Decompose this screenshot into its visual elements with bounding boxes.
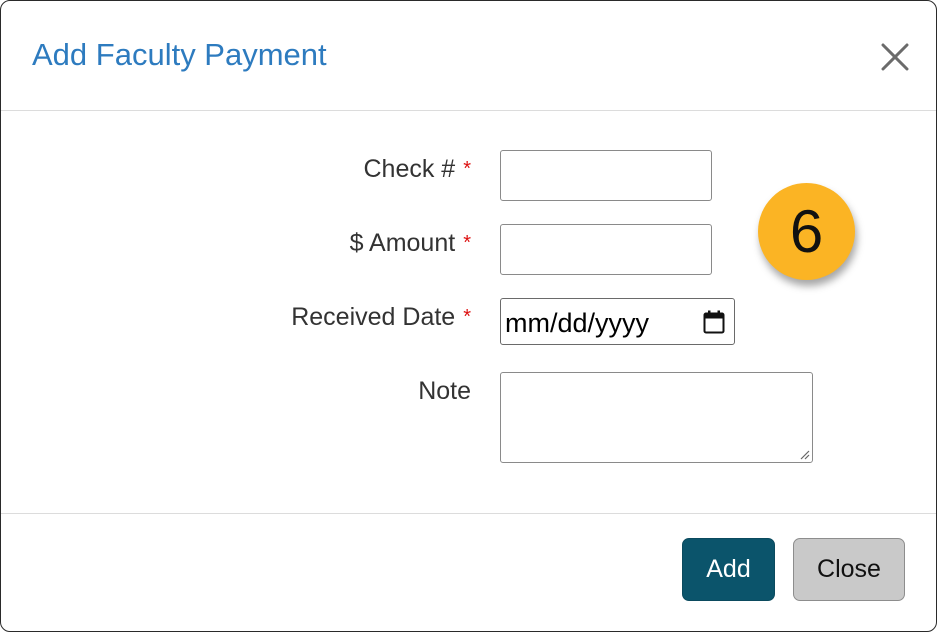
dialog-title: Add Faculty Payment: [32, 37, 327, 72]
dialog-body: Check # * $ Amount * Received Date * mm/dd/…: [1, 111, 936, 513]
dialog-footer: Add Close: [1, 513, 936, 631]
required-marker: *: [463, 158, 471, 180]
received-date-label-text: Received Date: [291, 303, 456, 331]
check-number-label: Check # *: [363, 154, 471, 186]
amount-label-text: $ Amount: [349, 229, 456, 257]
check-number-input[interactable]: [500, 150, 712, 201]
close-icon[interactable]: [875, 37, 915, 77]
amount-input[interactable]: [500, 224, 712, 275]
resize-grip-icon[interactable]: [799, 449, 810, 460]
calendar-icon[interactable]: [703, 310, 725, 334]
received-date-label: Received Date *: [291, 302, 471, 334]
add-faculty-payment-dialog: Add Faculty Payment Check # * $ Amount * R…: [0, 0, 937, 632]
dialog-header: Add Faculty Payment: [1, 1, 936, 111]
required-marker: *: [463, 232, 471, 254]
amount-label: $ Amount *: [350, 228, 471, 260]
note-label-text: Note: [418, 377, 471, 405]
date-placeholder: mm/dd/yyyy: [505, 308, 650, 338]
add-button[interactable]: Add: [682, 538, 775, 601]
note-textarea[interactable]: [500, 372, 813, 463]
step-number-badge: 6: [758, 183, 855, 280]
close-button[interactable]: Close: [793, 538, 905, 601]
check-number-label-text: Check #: [363, 155, 456, 183]
required-marker: *: [463, 306, 471, 328]
note-label: Note: [418, 376, 471, 406]
received-date-input[interactable]: mm/dd/yyyy: [500, 298, 735, 345]
